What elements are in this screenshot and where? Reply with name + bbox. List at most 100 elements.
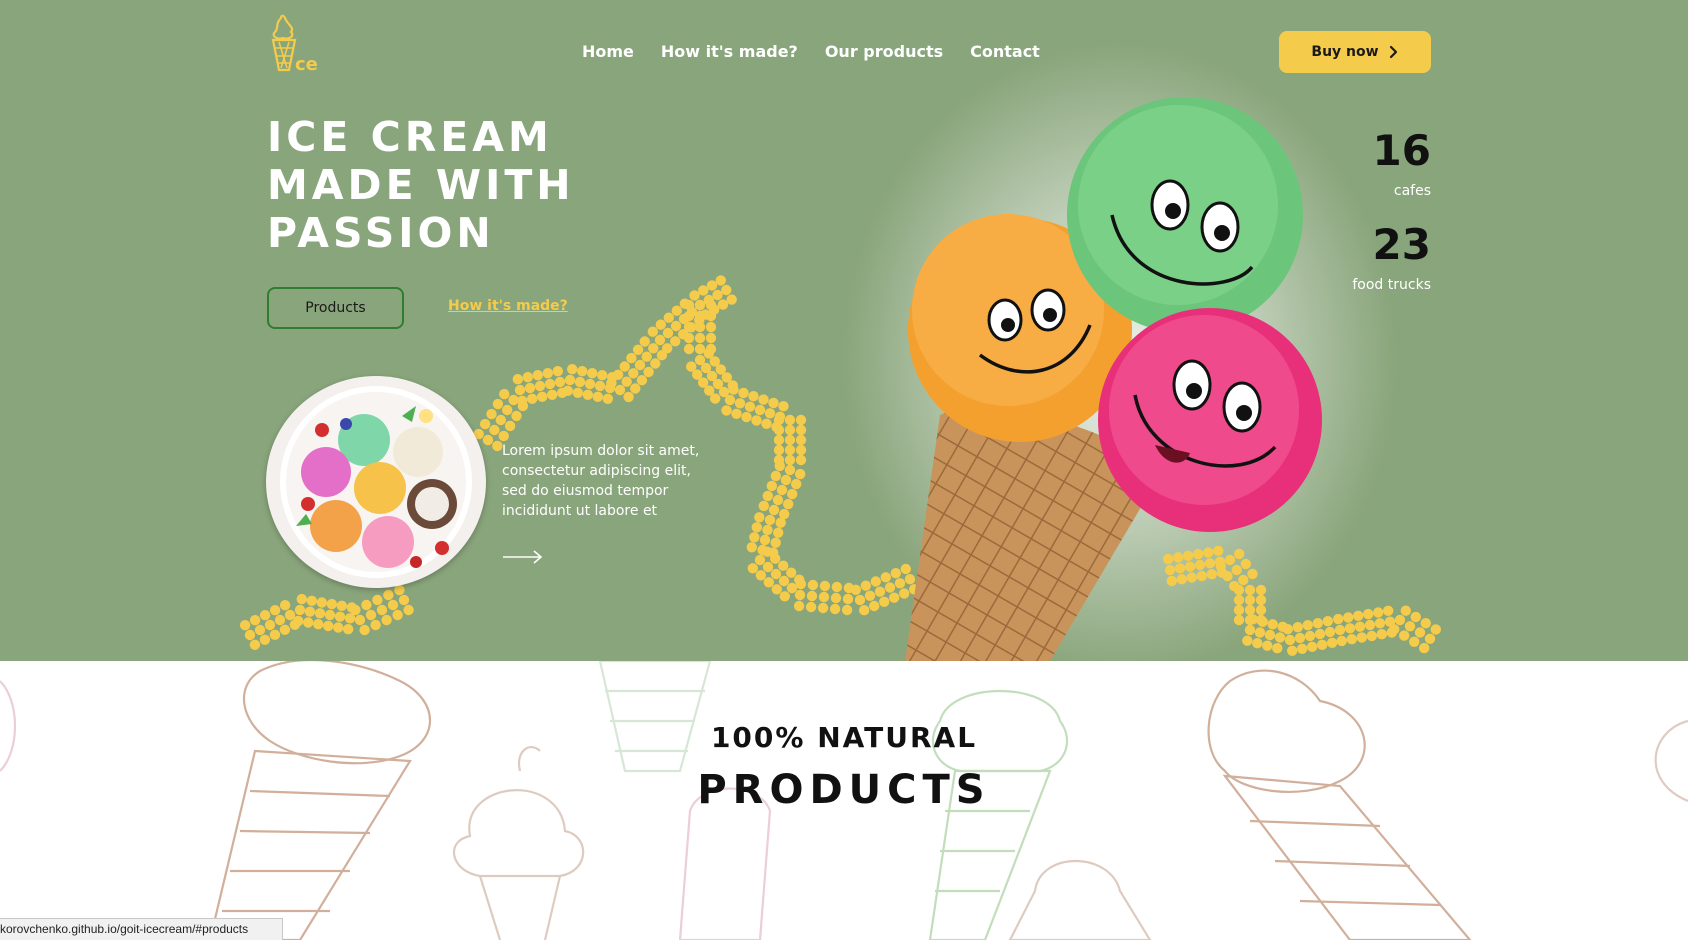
hero-section: ce Home How it's made? Our products Cont… [0, 0, 1688, 661]
trail-dot [294, 604, 306, 616]
trail-dot [1400, 605, 1412, 616]
trail-dot [1376, 629, 1388, 640]
trail-dot [768, 397, 779, 409]
trail-dot [1404, 621, 1416, 632]
trail-dot [1410, 611, 1422, 623]
trail-dot [647, 326, 658, 337]
trail-dot [795, 454, 807, 466]
logo[interactable]: ce [265, 10, 329, 75]
trail-dot [773, 434, 785, 446]
logo-text: ce [295, 54, 318, 72]
trail-dot [694, 299, 706, 311]
stat-food-trucks-label: food trucks [1352, 277, 1431, 293]
trail-dot [304, 606, 316, 617]
trail-dot [754, 512, 765, 523]
trail-dot [683, 343, 695, 355]
trail-dot [306, 595, 317, 606]
trail-dot [773, 527, 784, 538]
trail-dot [819, 580, 831, 592]
trail-dot [818, 591, 830, 603]
trail-dot [761, 418, 772, 429]
hero-title: ICE CREAM MADE WITH PASSION [267, 113, 575, 257]
nav-how-its-made[interactable]: How it's made? [661, 42, 798, 61]
trail-dot [296, 593, 307, 605]
trail-dot [771, 584, 782, 595]
trail-dot [670, 336, 681, 347]
trail-dot [787, 488, 798, 500]
trail-dot [654, 334, 666, 346]
buy-now-button[interactable]: Buy now [1279, 31, 1431, 73]
trail-dot [612, 369, 624, 380]
trail-dot [734, 398, 746, 409]
trail-dot [726, 294, 737, 305]
trail-dot [244, 629, 256, 641]
stat-cafes-value: 16 [1372, 126, 1431, 175]
trail-dot [504, 420, 516, 432]
trail-dot [584, 378, 596, 390]
trail-dot [772, 494, 784, 506]
trail-dot [313, 619, 324, 630]
trail-dot [626, 352, 637, 364]
browser-status-url: korovchenko.github.io/goit-icecream/#pro… [0, 918, 283, 940]
trail-dot [376, 604, 388, 616]
trail-dot [748, 391, 759, 402]
trail-dot [1344, 623, 1356, 634]
trail-dot [354, 614, 366, 626]
trail-dot [326, 598, 337, 610]
trail-dot [784, 444, 796, 456]
hero-description: Lorem ipsum dolor sit amet, consectetur … [502, 443, 700, 519]
ice-cream-logo-icon: ce [271, 14, 318, 75]
trail-dot [721, 405, 732, 416]
trail-dot [552, 366, 563, 377]
trail-dot [655, 319, 666, 330]
trail-dot [817, 602, 829, 614]
read-more-arrow[interactable] [502, 549, 544, 565]
trail-dot [269, 629, 281, 640]
main-nav: Home How it's made? Our products Contact [582, 42, 1040, 61]
nav-contact[interactable]: Contact [970, 42, 1040, 61]
trail-dot [498, 430, 509, 442]
trail-dot [1346, 634, 1358, 645]
trail-dot [683, 299, 695, 311]
trail-dot [783, 498, 794, 510]
trail-dot [387, 599, 399, 611]
trail-dot [860, 580, 871, 591]
trail-dot [517, 395, 528, 406]
trail-dot [705, 299, 717, 311]
hero-title-line: PASSION [267, 209, 495, 257]
trail-dot [715, 275, 726, 286]
trail-dot [323, 620, 334, 632]
trail-dot [780, 474, 792, 486]
chevron-right-icon [1389, 45, 1397, 59]
trail-dot [706, 280, 718, 291]
trail-dot [630, 383, 641, 394]
trail-dot [784, 464, 796, 476]
dotted-trail-decoration [239, 275, 1442, 656]
trail-dot [333, 622, 344, 633]
trail-dot [705, 321, 717, 333]
trail-dot [554, 376, 566, 388]
trail-dot [759, 534, 771, 546]
trail-dot [403, 604, 414, 616]
trail-dot [683, 332, 695, 344]
trail-dot [259, 634, 271, 645]
trail-dot [587, 368, 598, 379]
trail-dot [279, 600, 291, 611]
how-its-made-link[interactable]: How it's made? [448, 298, 568, 314]
stats-panel: 16 cafes 23 food trucks [1300, 127, 1431, 315]
trail-dot [532, 370, 543, 381]
trail-dot [537, 391, 548, 402]
products-button[interactable]: Products [267, 287, 404, 329]
trail-dot [293, 615, 304, 627]
trail-dot [795, 444, 807, 456]
trail-dot [778, 560, 789, 571]
nav-our-products[interactable]: Our products [825, 42, 943, 61]
trail-dot [632, 344, 644, 355]
trail-dot [728, 384, 739, 395]
trail-dot [786, 582, 798, 594]
trail-dot [534, 380, 546, 392]
trail-dot [830, 592, 842, 604]
trail-dot [527, 393, 538, 404]
trail-dot [249, 615, 261, 626]
nav-home[interactable]: Home [582, 42, 634, 61]
